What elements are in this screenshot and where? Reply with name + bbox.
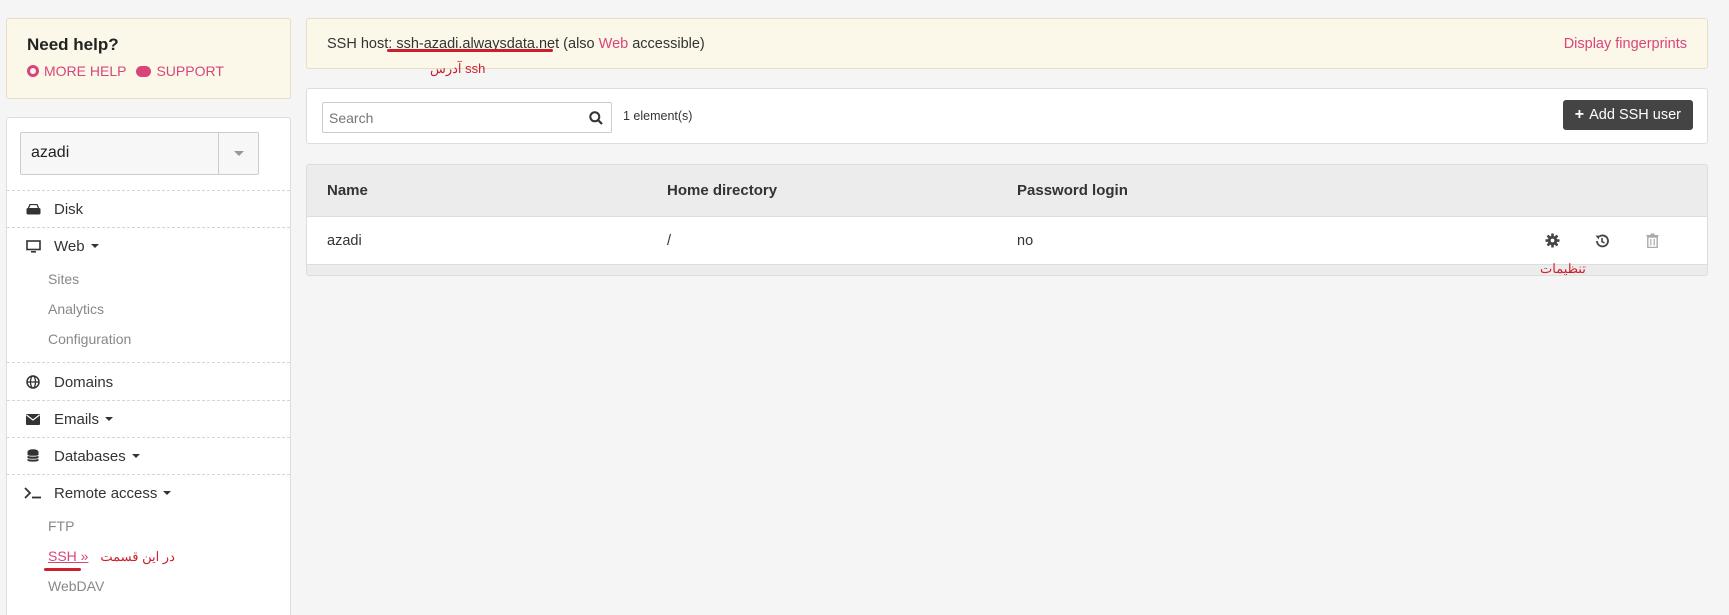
annotation-underline-ssh	[44, 568, 81, 571]
cell-home-directory: /	[667, 232, 672, 249]
search-input[interactable]	[323, 103, 581, 132]
sidebar: azadi Disk Web Sites Analytics Configura…	[6, 117, 291, 615]
sidebar-item-label: Databases	[54, 447, 126, 465]
sidebar-item-label: Disk	[54, 200, 84, 218]
add-ssh-user-label: Add SSH user	[1589, 107, 1681, 123]
gear-icon[interactable]	[1543, 232, 1561, 250]
column-header-password-login[interactable]: Password login	[1017, 182, 1128, 199]
table-header: Name Home directory Password login	[307, 165, 1707, 217]
ssh-host-prefix: SSH host:	[327, 35, 393, 52]
chat-icon	[136, 65, 152, 77]
toolbar: 1 element(s) + Add SSH user	[306, 88, 1708, 144]
help-links: MORE HELP SUPPORT	[27, 63, 270, 79]
database-icon	[23, 449, 43, 463]
plus-icon: +	[1574, 106, 1585, 123]
sidebar-nav: Disk Web Sites Analytics Configuration D…	[7, 190, 290, 601]
column-header-home[interactable]: Home directory	[667, 182, 777, 199]
account-select-value: azadi	[31, 144, 70, 161]
terminal-icon	[23, 487, 43, 499]
sidebar-subitem-configuration[interactable]: Configuration	[7, 324, 290, 354]
support-label: SUPPORT	[156, 63, 224, 79]
help-title: Need help?	[27, 35, 119, 54]
search-icon[interactable]	[581, 110, 611, 125]
sidebar-subitem-ssh-row: SSH » در این قسمت	[7, 541, 290, 571]
sidebar-item-label: Domains	[54, 373, 114, 391]
chevron-down-icon[interactable]	[218, 133, 258, 174]
cell-name: azadi	[327, 232, 362, 249]
sidebar-item-label: Web	[54, 237, 85, 255]
annotation-ssh-menu: در این قسمت	[100, 549, 175, 564]
sidebar-subitem-sites[interactable]: Sites	[7, 264, 290, 294]
column-header-name[interactable]: Name	[327, 182, 368, 199]
sidebar-subitem-analytics[interactable]: Analytics	[7, 294, 290, 324]
add-ssh-user-button[interactable]: + Add SSH user	[1562, 100, 1693, 130]
display-fingerprints-link[interactable]: Display fingerprints	[1564, 36, 1687, 52]
row-actions	[1543, 232, 1661, 250]
sidebar-item-remote-access[interactable]: Remote access	[7, 475, 290, 511]
ssh-host-also: (also	[563, 35, 595, 52]
sidebar-subitem-ssh[interactable]: SSH »	[48, 548, 88, 564]
sidebar-item-databases[interactable]: Databases	[7, 438, 290, 474]
trash-icon[interactable]	[1643, 232, 1661, 250]
history-icon[interactable]	[1593, 232, 1611, 250]
sidebar-item-domains[interactable]: Domains	[7, 364, 290, 400]
more-help-label: MORE HELP	[44, 63, 127, 79]
table-row: azadi / no	[307, 217, 1707, 265]
more-help-link[interactable]: MORE HELP	[27, 63, 126, 79]
sidebar-subitem-webdav[interactable]: WebDAV	[7, 571, 290, 601]
envelope-icon	[23, 413, 43, 425]
annotation-underline-host	[387, 49, 553, 52]
account-select[interactable]: azadi	[20, 132, 259, 175]
sidebar-item-label: Remote access	[54, 484, 158, 502]
error-circle-icon	[27, 65, 39, 77]
annotation-settings: تنظیمات	[1540, 261, 1586, 276]
sidebar-item-label: Emails	[54, 410, 100, 428]
ssh-host-accessible: accessible)	[632, 35, 705, 52]
search-box	[322, 102, 612, 133]
cell-password-login: no	[1017, 232, 1034, 249]
sidebar-item-disk[interactable]: Disk	[7, 191, 290, 227]
support-link[interactable]: SUPPORT	[136, 63, 224, 79]
help-box: Need help? MORE HELP SUPPORT	[6, 18, 291, 99]
element-count: 1 element(s)	[623, 109, 693, 123]
ssh-users-table: Name Home directory Password login azadi…	[306, 164, 1708, 276]
ssh-host-bar: SSH host: ssh-azadi.alwaysdata.net (also…	[306, 18, 1708, 69]
hdd-icon	[23, 203, 43, 215]
web-link[interactable]: Web	[599, 36, 629, 52]
sidebar-subitem-ftp[interactable]: FTP	[7, 511, 290, 541]
annotation-ssh-address: آدرس ssh	[430, 61, 486, 76]
sidebar-item-emails[interactable]: Emails	[7, 401, 290, 437]
monitor-icon	[23, 239, 43, 253]
sidebar-item-web[interactable]: Web	[7, 228, 290, 264]
globe-icon	[23, 375, 43, 389]
